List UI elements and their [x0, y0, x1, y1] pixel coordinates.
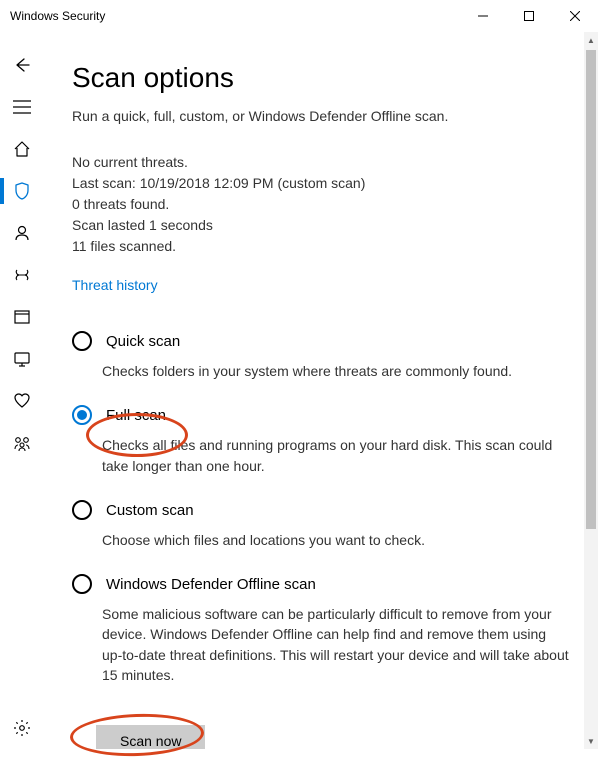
- sidebar-item-home[interactable]: [0, 128, 44, 170]
- sidebar-item-app-browser[interactable]: [0, 296, 44, 338]
- sidebar-item-virus-protection[interactable]: [0, 170, 44, 212]
- page-subtitle: Run a quick, full, custom, or Windows De…: [72, 108, 570, 124]
- scan-option-full[interactable]: Full scan Checks all files and running p…: [72, 405, 570, 476]
- scan-option-quick[interactable]: Quick scan Checks folders in your system…: [72, 331, 570, 381]
- scroll-up-icon[interactable]: ▲: [584, 32, 598, 48]
- radio-full-scan[interactable]: [72, 405, 92, 425]
- radio-offline-scan[interactable]: [72, 574, 92, 594]
- sidebar-item-device-security[interactable]: [0, 338, 44, 380]
- option-label: Custom scan: [106, 500, 570, 522]
- sidebar-item-account-protection[interactable]: [0, 212, 44, 254]
- status-files-scanned: 11 files scanned.: [72, 236, 570, 257]
- option-label: Windows Defender Offline scan: [106, 574, 570, 596]
- window-controls: [460, 0, 598, 32]
- threat-history-link[interactable]: Threat history: [72, 277, 158, 293]
- scan-option-offline[interactable]: Windows Defender Offline scan Some malic…: [72, 574, 570, 685]
- status-no-threats: No current threats.: [72, 152, 570, 173]
- radio-quick-scan[interactable]: [72, 331, 92, 351]
- scan-option-custom[interactable]: Custom scan Choose which files and locat…: [72, 500, 570, 550]
- status-block: No current threats. Last scan: 10/19/201…: [72, 152, 570, 257]
- close-button[interactable]: [552, 0, 598, 32]
- option-desc: Checks folders in your system where thre…: [102, 361, 570, 381]
- option-desc: Choose which files and locations you wan…: [102, 530, 570, 550]
- titlebar: Windows Security: [0, 0, 598, 32]
- scan-now-button[interactable]: Scan now: [96, 725, 205, 749]
- maximize-button[interactable]: [506, 0, 552, 32]
- status-scan-duration: Scan lasted 1 seconds: [72, 215, 570, 236]
- sidebar-item-firewall[interactable]: [0, 254, 44, 296]
- sidebar-item-device-health[interactable]: [0, 380, 44, 422]
- window-title: Windows Security: [10, 9, 105, 23]
- scroll-down-icon[interactable]: ▼: [584, 733, 598, 749]
- option-label: Full scan: [106, 405, 570, 427]
- minimize-button[interactable]: [460, 0, 506, 32]
- status-threats-found: 0 threats found.: [72, 194, 570, 215]
- status-last-scan: Last scan: 10/19/2018 12:09 PM (custom s…: [72, 173, 570, 194]
- sidebar: [0, 32, 44, 749]
- sidebar-item-settings[interactable]: [0, 707, 44, 749]
- radio-custom-scan[interactable]: [72, 500, 92, 520]
- sidebar-item-family[interactable]: [0, 422, 44, 464]
- back-button[interactable]: [0, 44, 44, 86]
- option-label: Quick scan: [106, 331, 570, 353]
- option-desc: Some malicious software can be particula…: [102, 604, 570, 685]
- option-desc: Checks all files and running programs on…: [102, 435, 570, 476]
- scrollbar[interactable]: ▲ ▼: [584, 32, 598, 749]
- menu-button[interactable]: [0, 86, 44, 128]
- page-title: Scan options: [72, 62, 570, 94]
- main-content: Scan options Run a quick, full, custom, …: [44, 32, 598, 749]
